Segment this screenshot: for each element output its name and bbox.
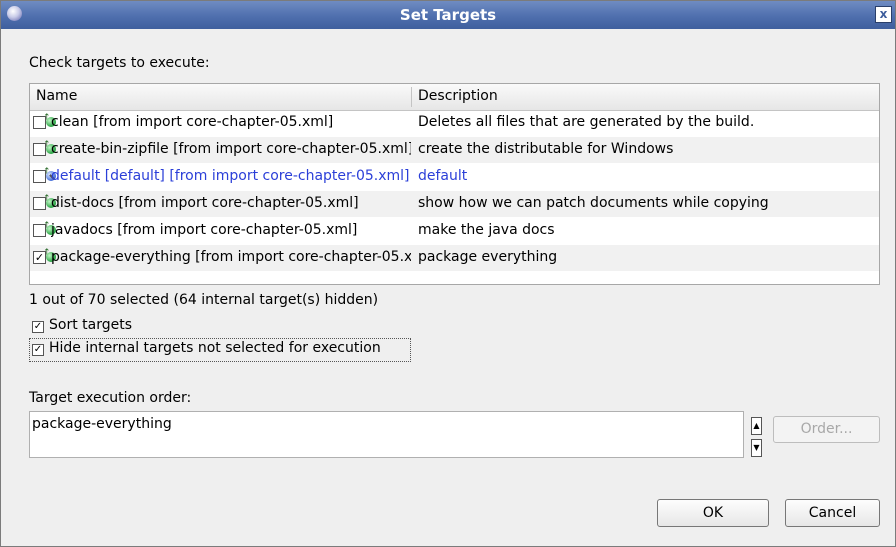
target-name: dist-docs [from import core-chapter-05.x… — [51, 195, 359, 211]
table-header: Name Description — [30, 84, 879, 111]
table-row[interactable]: ↑create-bin-zipfile [from import core-ch… — [30, 137, 879, 163]
target-name: default [default] [from import core-chap… — [51, 168, 410, 184]
table-row[interactable]: ✓↑package-everything [from import core-c… — [30, 245, 879, 271]
column-separator[interactable] — [411, 87, 412, 107]
target-description: default — [418, 168, 468, 184]
target-description: create the distributable for Windows — [418, 141, 674, 157]
dialog-title: Set Targets — [399, 6, 497, 24]
table-row[interactable]: ↑dist-docs [from import core-chapter-05.… — [30, 191, 879, 217]
order-button[interactable]: Order... — [773, 416, 880, 443]
target-name: clean [from import core-chapter-05.xml] — [51, 114, 334, 130]
close-button[interactable]: x — [875, 6, 892, 23]
check-targets-label: Check targets to execute: — [29, 55, 210, 71]
column-header-name[interactable]: Name — [36, 88, 77, 104]
execution-order-label: Target execution order: — [29, 390, 192, 406]
target-name: javadocs [from import core-chapter-05.xm… — [51, 222, 358, 238]
table-row[interactable]: ↑default [default] [from import core-cha… — [30, 164, 879, 190]
set-targets-dialog: Set Targets x Check targets to execute: … — [0, 0, 896, 547]
target-description: show how we can patch documents while co… — [418, 195, 769, 211]
cancel-button[interactable]: Cancel — [785, 499, 880, 527]
targets-table: Name Description ↑clean [from import cor… — [29, 83, 880, 285]
table-row[interactable]: ↑clean [from import core-chapter-05.xml]… — [30, 110, 879, 136]
hide-internal-label[interactable]: Hide internal targets not selected for e… — [49, 340, 381, 356]
move-up-button[interactable]: ▲ — [751, 417, 762, 435]
hide-internal-checkbox[interactable]: ✓ — [32, 344, 44, 356]
table-row[interactable]: ↑javadocs [from import core-chapter-05.x… — [30, 218, 879, 244]
selection-status: 1 out of 70 selected (64 internal target… — [29, 292, 379, 308]
title-bar[interactable]: Set Targets x — [1, 1, 895, 29]
target-name: create-bin-zipfile [from import core-cha… — [51, 141, 411, 157]
sort-targets-label[interactable]: Sort targets — [49, 317, 132, 333]
execution-order-list[interactable]: package-everything — [29, 411, 744, 458]
move-down-button[interactable]: ▼ — [751, 439, 762, 457]
ok-button[interactable]: OK — [657, 499, 769, 527]
target-description: make the java docs — [418, 222, 555, 238]
column-header-description[interactable]: Description — [418, 88, 498, 104]
target-description: Deletes all files that are generated by … — [418, 114, 755, 130]
sort-targets-checkbox[interactable]: ✓ — [32, 321, 44, 333]
execution-order-item[interactable]: package-everything — [32, 416, 172, 432]
target-name: package-everything [from import core-cha… — [51, 249, 411, 265]
target-description: package everything — [418, 249, 558, 265]
